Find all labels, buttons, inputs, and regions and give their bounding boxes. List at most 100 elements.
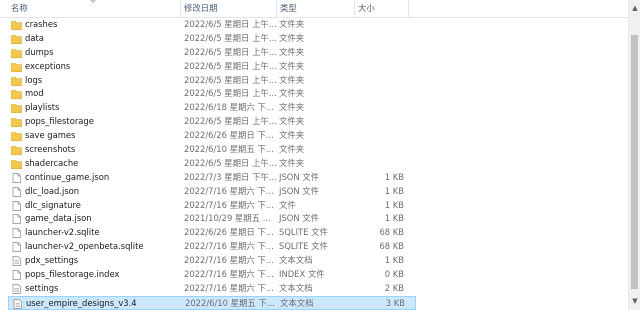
file-type: 文本文档: [280, 297, 314, 308]
file-row[interactable]: data 2022/6/5 星期日 上午... 文件夹: [8, 32, 416, 46]
file-row[interactable]: launcher-v2.sqlite 2022/6/26 星期日 下... SQLI…: [8, 226, 416, 240]
file-row[interactable]: game_data.json 2021/10/29 星期五 ... JSON 文件 1…: [8, 212, 416, 226]
file-date: 2022/6/5 星期日 上午...: [184, 32, 276, 43]
file-row[interactable]: pops_filestorage.index 2022/7/16 星期六 下...…: [8, 268, 416, 282]
file-name: save games: [25, 130, 76, 141]
file-date: 2022/7/16 星期六 下...: [184, 199, 274, 210]
file-type: 文件夹: [279, 60, 305, 71]
file-size: [354, 115, 404, 129]
file-size: 3 KB: [385, 297, 405, 308]
file-type: SQLITE 文件: [279, 241, 328, 252]
file-size: 68 KB: [379, 241, 404, 252]
file-type: JSON 文件: [279, 185, 320, 196]
file-row[interactable]: exceptions 2022/6/5 星期日 上午... 文件夹: [8, 60, 416, 74]
file-date: 2022/6/10 星期五 下...: [184, 144, 274, 155]
file-name: crashes: [25, 19, 58, 29]
file-size: [354, 18, 404, 32]
folder-icon: [11, 131, 22, 142]
file-date: 2022/6/5 星期日 上午...: [184, 19, 276, 29]
file-type: 文件夹: [279, 32, 305, 43]
file-type: 文件夹: [279, 144, 305, 155]
file-size: 2 KB: [384, 282, 404, 293]
file-size: [354, 32, 404, 46]
file-size: [354, 157, 404, 171]
file-size: [354, 129, 404, 143]
file-date: 2021/10/29 星期五 ...: [184, 213, 271, 224]
file-row[interactable]: dlc_load.json 2022/7/16 星期六 下... JSON 文件 1 …: [8, 185, 416, 199]
file-date: 2022/6/26 星期日 下...: [184, 227, 274, 238]
file-date: 2022/7/16 星期六 下...: [184, 269, 274, 280]
file-name: shadercache: [25, 157, 79, 168]
file-type: 文本文档: [279, 255, 313, 266]
file-size: 1 KB: [384, 213, 404, 224]
file-name: pops_filestorage.index: [25, 269, 120, 280]
file-icon: [11, 200, 22, 211]
file-row[interactable]: screenshots 2022/6/10 星期五 下... 文件夹: [8, 143, 416, 157]
file-size: 1 KB: [384, 199, 404, 210]
folder-icon: [11, 62, 22, 72]
file-row[interactable]: mod 2022/6/5 星期日 上午... 文件夹: [8, 87, 416, 101]
column-header-spacer: [408, 0, 418, 17]
file-size: [354, 46, 404, 60]
file-row[interactable]: crashes 2022/6/5 星期日 上午... 文件夹: [8, 18, 416, 32]
file-size: [354, 60, 404, 74]
file-name: launcher-v2.sqlite: [25, 227, 100, 238]
file-row[interactable]: playlists 2022/6/18 星期六 下... 文件夹: [8, 101, 416, 115]
file-type: 文件: [279, 199, 296, 210]
file-name: mod: [25, 88, 44, 99]
file-row[interactable]: shadercache 2022/6/5 星期日 上午... 文件夹: [8, 157, 416, 171]
file-row[interactable]: save games 2022/6/26 星期日 下... 文件夹: [8, 129, 416, 143]
file-date: 2022/6/10 星期五 下...: [185, 297, 275, 308]
folder-icon: [11, 76, 22, 86]
file-date: 2022/6/26 星期日 下...: [184, 130, 274, 141]
file-name: pdx_settings: [25, 255, 79, 266]
column-header-date[interactable]: 修改日期: [180, 0, 276, 17]
file-name: dlc_signature: [25, 199, 81, 210]
file-icon: [11, 214, 22, 225]
file-name: pops_filestorage: [25, 116, 94, 127]
file-name: settings: [25, 282, 59, 293]
vertical-scrollbar[interactable]: ▲ ▼: [628, 0, 640, 310]
file-date: 2022/6/5 星期日 上午...: [184, 157, 276, 168]
file-row[interactable]: logs 2022/6/5 星期日 上午... 文件夹: [8, 74, 416, 88]
file-name: logs: [25, 74, 43, 85]
file-row[interactable]: dlc_signature 2022/7/16 星期六 下... 文件 1 KB: [8, 199, 416, 213]
file-type: 文件夹: [279, 46, 305, 57]
file-date: 2022/7/16 星期六 下...: [184, 185, 274, 196]
file-size: [354, 87, 404, 101]
scroll-down-icon[interactable]: ▼: [631, 297, 639, 305]
folder-icon: [11, 159, 22, 169]
file-size: [354, 101, 404, 115]
file-name: exceptions: [25, 60, 71, 71]
file-type: 文件夹: [279, 130, 305, 141]
file-date: 2022/7/16 星期六 下...: [184, 241, 274, 252]
file-size: 1 KB: [384, 185, 404, 196]
scroll-up-icon[interactable]: ▲: [631, 4, 639, 12]
file-date: 2022/6/5 星期日 上午...: [184, 116, 276, 127]
file-icon: [11, 270, 22, 280]
file-type: 文件夹: [279, 74, 305, 85]
folder-icon: [11, 89, 22, 100]
file-row-selected[interactable]: user_empire_designs_v3.4 2022/6/10 星期五 下.…: [8, 295, 416, 310]
file-icon: [11, 172, 22, 183]
file-explorer-window: 名称 修改日期 类型 大小 crashes 2022/6/5 星期日 上午... 文…: [0, 0, 640, 310]
column-header-size[interactable]: 大小: [354, 0, 408, 17]
file-name: dumps: [25, 46, 54, 57]
file-row[interactable]: settings 2022/7/16 星期六 下... 文本文档 2 KB: [8, 282, 416, 296]
file-size: 68 KB: [379, 227, 404, 238]
column-header-type[interactable]: 类型: [276, 0, 354, 17]
file-size: 1 KB: [384, 255, 404, 266]
file-name: continue_game.json: [25, 171, 110, 182]
file-row[interactable]: dumps 2022/6/5 星期日 上午... 文件夹: [8, 46, 416, 60]
file-row[interactable]: continue_game.json 2022/7/3 星期日 下午... JSON…: [8, 171, 416, 185]
file-row[interactable]: pops_filestorage 2022/6/5 星期日 上午... 文件夹: [8, 115, 416, 129]
file-row[interactable]: pdx_settings 2022/7/16 星期六 下... 文本文档 1 KB: [8, 254, 416, 268]
file-date: 2022/6/5 星期日 上午...: [184, 74, 276, 85]
file-list: crashes 2022/6/5 星期日 上午... 文件夹 data 2022/6/5…: [0, 18, 628, 310]
column-header-name[interactable]: 名称: [8, 0, 178, 17]
scrollbar-thumb[interactable]: [631, 35, 638, 289]
file-name: game_data.json: [25, 213, 92, 224]
file-date: 2022/6/5 星期日 上午...: [184, 60, 276, 71]
file-row[interactable]: launcher-v2_openbeta.sqlite 2022/7/16 星期六…: [8, 240, 416, 254]
file-type: 文件夹: [279, 102, 305, 113]
